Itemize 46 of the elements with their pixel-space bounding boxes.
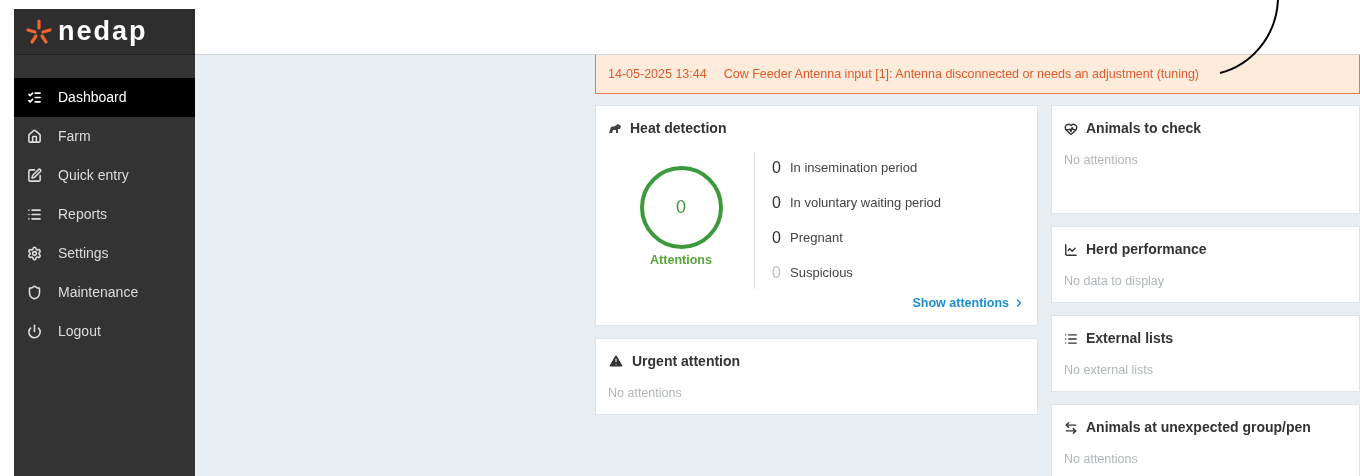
- line-chart-icon: [1064, 242, 1078, 257]
- attention-label: Attentions: [650, 252, 712, 269]
- sidebar-item[interactable]: Reports: [14, 195, 195, 234]
- card-title: Herd performance: [1086, 240, 1207, 259]
- sidebar-item[interactable]: Logout: [14, 312, 195, 351]
- empty-message: No data to display: [1064, 273, 1166, 290]
- show-attentions-link[interactable]: Show attentions: [912, 294, 1025, 313]
- edit-icon: [27, 168, 42, 183]
- sidebar-item[interactable]: Settings: [14, 234, 195, 273]
- count-label: In insemination period: [790, 159, 918, 178]
- card-title: Urgent attention: [632, 351, 741, 371]
- count-value: 0: [772, 228, 782, 248]
- attention-count: 0: [676, 196, 686, 219]
- count-label: Suspicious: [790, 264, 853, 283]
- list-icon: [1064, 331, 1078, 346]
- cow-icon: [608, 122, 622, 135]
- count-value: 0: [772, 263, 782, 283]
- count-value: 0: [772, 193, 782, 213]
- settings-icon: [27, 246, 42, 261]
- alert-time: 14-05-2025 13:44: [608, 65, 707, 83]
- sidebar-item[interactable]: Dashboard: [14, 78, 195, 117]
- swap-arrows-icon: [1064, 420, 1078, 435]
- power-icon: [27, 324, 42, 339]
- home-icon: [27, 129, 42, 144]
- count-label: Pregnant: [790, 229, 843, 248]
- warning-icon: [608, 353, 624, 370]
- card-title: External lists: [1086, 329, 1174, 348]
- empty-message: No attentions: [1064, 451, 1139, 468]
- empty-message: No external lists: [1064, 362, 1154, 379]
- card-title: Animals to check: [1086, 119, 1202, 138]
- empty-message: No attentions: [608, 384, 683, 402]
- logo: nedap: [58, 18, 148, 45]
- count-value: 0: [772, 158, 782, 178]
- sidebar-item[interactable]: Maintenance: [14, 273, 195, 312]
- card-title: Heat detection: [630, 119, 727, 138]
- checklist-icon: [27, 90, 42, 105]
- alert-message: Cow Feeder Antenna input [1]: Antenna disconnected or needs an adjustment (tuning): [723, 65, 1200, 83]
- sidebar-item[interactable]: Farm: [14, 117, 195, 156]
- card-title: Animals at unexpected group/pen: [1086, 418, 1311, 437]
- shield-icon: [27, 285, 42, 300]
- list-icon: [27, 207, 42, 222]
- heart-icon: [1064, 121, 1078, 136]
- empty-message: No attentions: [1064, 152, 1139, 169]
- star-logo-icon: [26, 18, 52, 45]
- count-label: In voluntary waiting period: [790, 194, 942, 213]
- sidebar-item[interactable]: Quick entry: [14, 156, 195, 195]
